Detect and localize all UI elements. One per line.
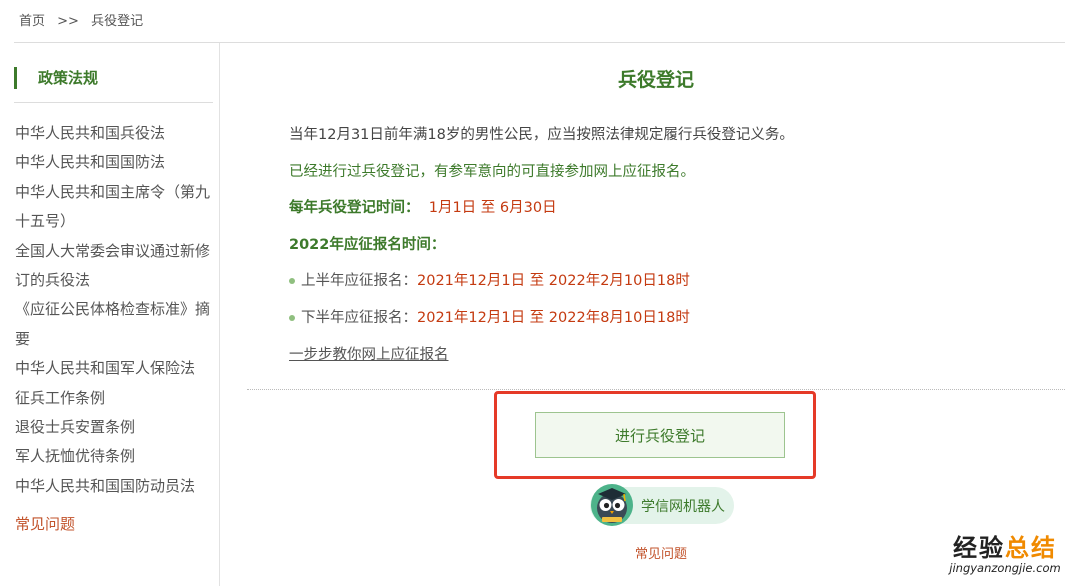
- register-button[interactable]: 进行兵役登记: [535, 412, 785, 458]
- sidebar-item-revised-law-news[interactable]: 全国人大常委会审议通过新修订的兵役法: [15, 237, 211, 296]
- sidebar-item-presidential-order[interactable]: 中华人民共和国主席令（第九十五号）: [15, 178, 211, 237]
- robot-label: 学信网机器人: [641, 499, 725, 515]
- site-watermark: 经验总结 jingyanzongjie.com: [945, 535, 1065, 575]
- registration-time-value: 1月1日 至 6月30日: [428, 200, 557, 216]
- breadcrumb-separator: >>: [57, 14, 79, 29]
- breadcrumb-home[interactable]: 首页: [19, 14, 45, 29]
- sidebar-item-mobilization-law[interactable]: 中华人民共和国国防动员法: [15, 472, 211, 501]
- enlist-time-heading: 2022年应征报名时间：: [289, 237, 446, 253]
- enlist-note: 已经进行过兵役登记，有参军意向的可直接参加网上应征报名。: [289, 164, 695, 180]
- breadcrumb: 首页 >> 兵役登记: [19, 10, 151, 29]
- watermark-url: jingyanzongjie.com: [949, 561, 1061, 575]
- bullet-dot: [289, 315, 295, 321]
- sidebar-item-military-service-law[interactable]: 中华人民共和国兵役法: [15, 119, 211, 148]
- sidebar-item-national-defense-law[interactable]: 中华人民共和国国防法: [15, 148, 211, 177]
- first-half-enlist: 上半年应征报名：2021年12月1日 至 2022年2月10日18时: [289, 269, 690, 290]
- sidebar: 政策法规 中华人民共和国兵役法 中华人民共和国国防法 中华人民共和国主席令（第九…: [14, 43, 220, 586]
- faq-link[interactable]: 常见问题: [635, 543, 687, 562]
- watermark-chinese: 经验总结: [945, 535, 1065, 561]
- owl-robot-icon: [591, 484, 633, 526]
- first-half-value: 2021年12月1日 至 2022年2月10日18时: [417, 273, 690, 289]
- enlist-guide-link[interactable]: 一步步教你网上应征报名: [289, 343, 449, 364]
- sidebar-item-conscription-regulations[interactable]: 征兵工作条例: [15, 384, 211, 413]
- second-half-enlist: 下半年应征报名：2021年12月1日 至 2022年8月10日18时: [289, 306, 690, 327]
- sidebar-heading: 政策法规: [14, 67, 98, 89]
- main-content: 兵役登记 当年12月31日前年满18岁的男性公民，应当按照法律规定履行兵役登记义…: [247, 43, 1065, 586]
- sidebar-divider: [14, 102, 213, 103]
- first-half-label: 上半年应征报名：: [301, 273, 417, 289]
- sidebar-faq-link[interactable]: 常见问题: [15, 513, 75, 534]
- second-half-label: 下半年应征报名：: [301, 310, 417, 326]
- sidebar-item-physical-exam-standard[interactable]: 《应征公民体格检查标准》摘要: [15, 295, 211, 354]
- breadcrumb-current: 兵役登记: [91, 14, 144, 29]
- sidebar-item-military-insurance-law[interactable]: 中华人民共和国军人保险法: [15, 354, 211, 383]
- bullet-dot: [289, 278, 295, 284]
- intro-paragraph: 当年12月31日前年满18岁的男性公民，应当按照法律规定履行兵役登记义务。: [289, 127, 794, 143]
- second-half-value: 2021年12月1日 至 2022年8月10日18时: [417, 310, 690, 326]
- page-title: 兵役登记: [617, 69, 694, 91]
- registration-time-label: 每年兵役登记时间：: [289, 200, 420, 216]
- sidebar-list: 中华人民共和国兵役法 中华人民共和国国防法 中华人民共和国主席令（第九十五号） …: [15, 119, 211, 501]
- registration-time: 每年兵役登记时间： 1月1日 至 6月30日: [289, 196, 557, 217]
- sidebar-item-pension-preferential[interactable]: 军人抚恤优待条例: [15, 442, 211, 471]
- sidebar-item-veteran-placement[interactable]: 退役士兵安置条例: [15, 413, 211, 442]
- watermark-prefix: 经验: [953, 534, 1005, 562]
- robot-assistant-button[interactable]: 学信网机器人: [590, 484, 734, 526]
- section-divider: [247, 389, 1065, 390]
- watermark-suffix: 总结: [1005, 534, 1057, 562]
